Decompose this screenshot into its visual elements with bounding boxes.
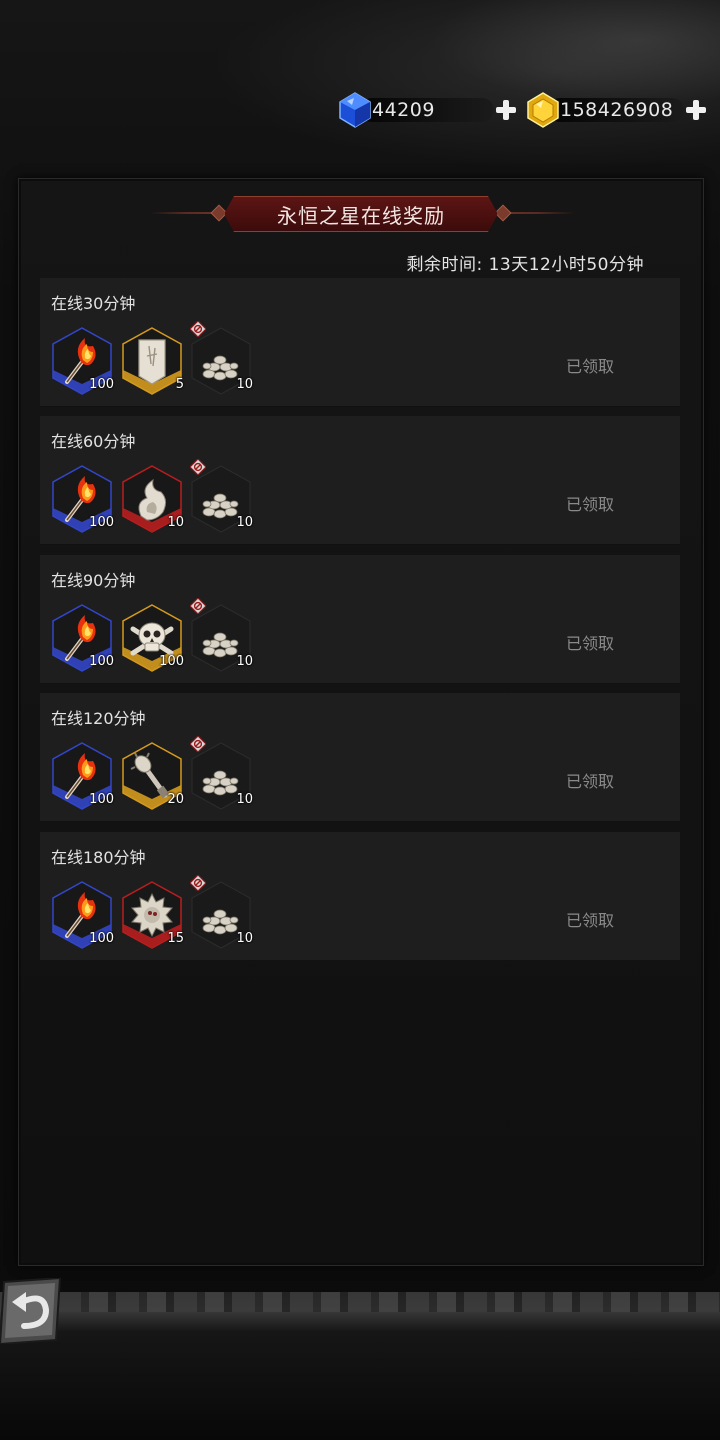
reward-item[interactable]: 20 bbox=[121, 741, 184, 811]
bottom-ground bbox=[0, 1292, 720, 1440]
back-arrow-icon[interactable] bbox=[0, 1278, 64, 1344]
add-gold-button[interactable] bbox=[684, 98, 708, 122]
reward-row-label: 在线120分钟 bbox=[51, 709, 146, 728]
reward-item-quantity: 20 bbox=[167, 792, 184, 807]
reward-item[interactable]: 100 bbox=[51, 464, 114, 534]
restricted-badge-icon bbox=[190, 875, 206, 891]
panel-title: 永恒之星在线奖励 bbox=[277, 203, 445, 228]
reward-item-quantity: 15 bbox=[167, 931, 184, 946]
reward-item[interactable]: 15 bbox=[121, 880, 184, 950]
claimed-status: 已领取 bbox=[566, 357, 615, 376]
gem-currency: 44209 bbox=[338, 92, 518, 128]
reward-item-quantity: 10 bbox=[236, 377, 253, 392]
reward-item[interactable]: 100 bbox=[51, 880, 114, 950]
reward-item[interactable]: 10 bbox=[190, 875, 253, 950]
blue-gem-icon bbox=[339, 92, 371, 128]
reward-item[interactable]: 5 bbox=[121, 326, 184, 396]
reward-row: 在线90分钟 100 100 10 已领取 bbox=[40, 555, 680, 684]
reward-item-quantity: 100 bbox=[89, 654, 114, 669]
reward-item[interactable]: 10 bbox=[121, 464, 184, 534]
restricted-badge-icon bbox=[190, 321, 206, 337]
restricted-badge-icon bbox=[190, 736, 206, 752]
reward-item[interactable]: 100 bbox=[51, 741, 114, 811]
panel-title-banner: 永恒之星在线奖励 bbox=[224, 196, 498, 232]
claimed-status: 已领取 bbox=[566, 911, 615, 930]
claimed-status: 已领取 bbox=[566, 634, 615, 653]
reward-item-quantity: 10 bbox=[236, 515, 253, 530]
add-gems-button[interactable] bbox=[494, 98, 518, 122]
claimed-status: 已领取 bbox=[566, 772, 615, 791]
gold-gem-icon bbox=[527, 92, 559, 128]
restricted-badge-icon bbox=[190, 459, 206, 475]
reward-item-quantity: 10 bbox=[236, 654, 253, 669]
gold-amount: 158426908 bbox=[560, 99, 674, 121]
reward-item[interactable]: 10 bbox=[190, 736, 253, 811]
reward-row: 在线120分钟 100 20 10 已领取 bbox=[40, 693, 680, 822]
reward-item-quantity: 10 bbox=[167, 515, 184, 530]
reward-row-label: 在线180分钟 bbox=[51, 848, 146, 867]
restricted-badge-icon bbox=[190, 598, 206, 614]
reward-item-quantity: 100 bbox=[89, 377, 114, 392]
reward-row: 在线60分钟 100 10 10 已领取 bbox=[40, 416, 680, 545]
reward-item[interactable]: 100 bbox=[51, 603, 114, 673]
remaining-time: 剩余时间: 13天12小时50分钟 bbox=[406, 255, 644, 275]
reward-row-label: 在线60分钟 bbox=[51, 432, 136, 451]
reward-item-quantity: 100 bbox=[89, 515, 114, 530]
reward-row: 在线30分钟 100 5 10 已领取 bbox=[40, 278, 680, 407]
reward-item[interactable]: 10 bbox=[190, 598, 253, 673]
gold-currency: 158426908 bbox=[526, 92, 708, 128]
reward-item-quantity: 100 bbox=[89, 931, 114, 946]
reward-row: 在线180分钟 100 15 10 已领取 bbox=[40, 832, 680, 961]
reward-item-quantity: 5 bbox=[175, 377, 184, 392]
reward-item-quantity: 100 bbox=[159, 654, 184, 669]
reward-item-quantity: 10 bbox=[236, 792, 253, 807]
reward-row-label: 在线30分钟 bbox=[51, 294, 136, 313]
reward-item[interactable]: 10 bbox=[190, 459, 253, 534]
reward-item[interactable]: 100 bbox=[121, 603, 184, 673]
gem-amount: 44209 bbox=[372, 99, 435, 121]
reward-item[interactable]: 10 bbox=[190, 321, 253, 396]
reward-row-label: 在线90分钟 bbox=[51, 571, 136, 590]
claimed-status: 已领取 bbox=[566, 495, 615, 514]
banner-icon bbox=[138, 339, 166, 385]
reward-item-quantity: 100 bbox=[89, 792, 114, 807]
reward-item[interactable]: 100 bbox=[51, 326, 114, 396]
reward-item-quantity: 10 bbox=[236, 931, 253, 946]
